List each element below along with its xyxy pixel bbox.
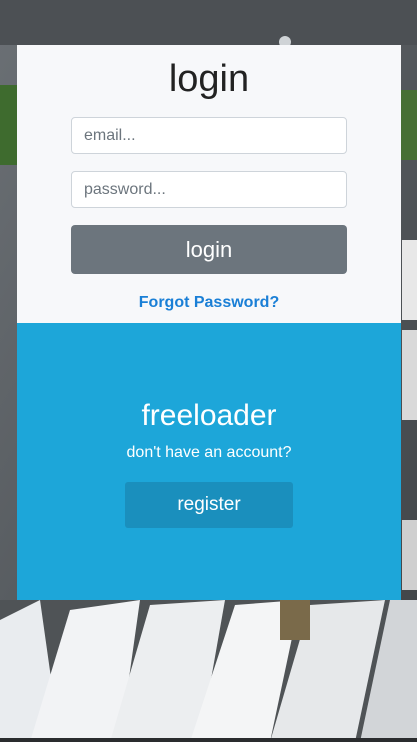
forgot-password-link[interactable]: Forgot Password? [17, 294, 401, 312]
login-title: login [168, 58, 250, 100]
register-button[interactable]: register [125, 482, 293, 528]
login-button[interactable]: login [71, 225, 347, 274]
login-panel: login login Forgot Password? [17, 45, 401, 323]
brand-name: freeloader [141, 399, 277, 432]
email-input[interactable] [71, 117, 347, 154]
no-account-text: don't have an account? [126, 444, 292, 461]
auth-card: login login Forgot Password? freeloader … [17, 45, 401, 600]
signup-panel: freeloader don't have an account? regist… [17, 323, 401, 600]
password-input[interactable] [71, 171, 347, 208]
